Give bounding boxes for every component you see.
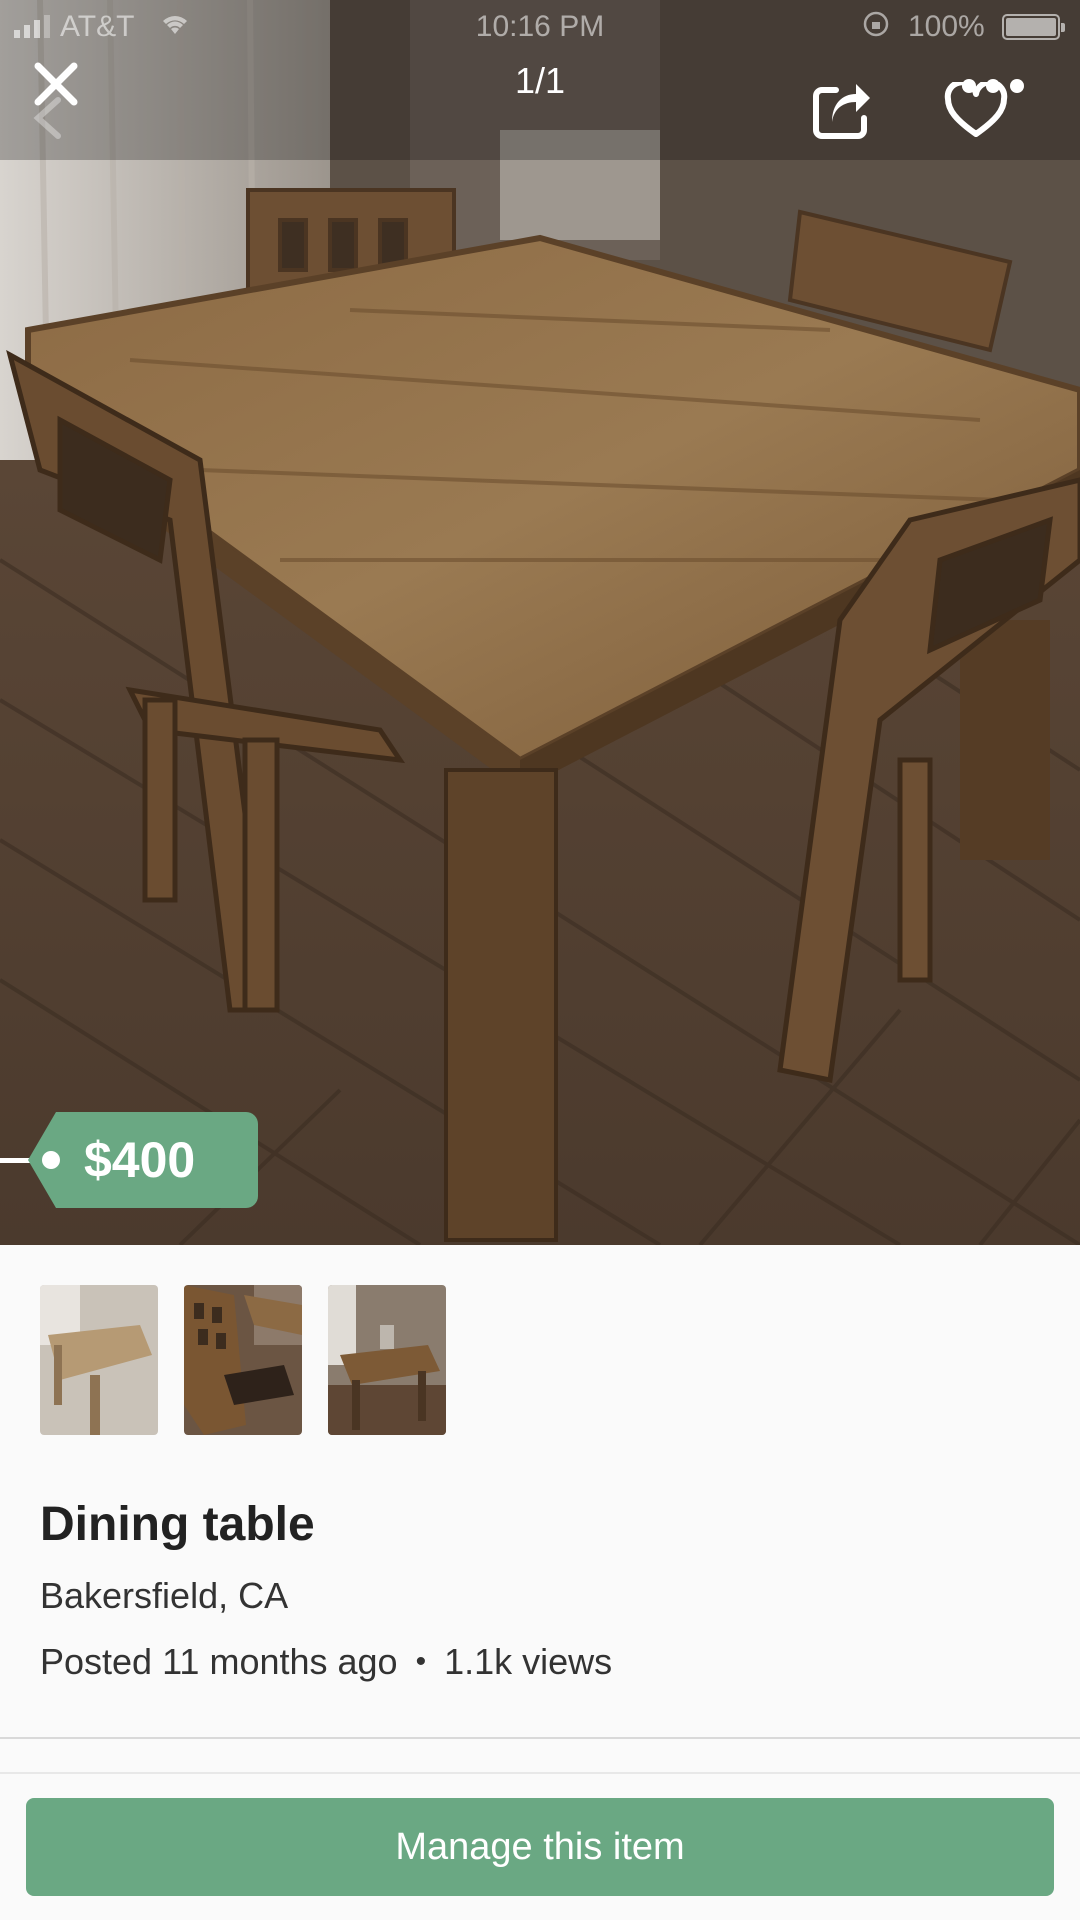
meta-separator: •: [415, 1645, 427, 1678]
listing-meta: Posted 11 months ago • 1.1k views: [40, 1641, 612, 1683]
price-tag: $400: [28, 1112, 258, 1208]
more-dots-icon: [962, 79, 976, 93]
share-icon: [813, 84, 870, 139]
divider: [0, 1772, 1080, 1774]
thumbnail-3[interactable]: [328, 1285, 446, 1435]
listing-title: Dining table: [40, 1498, 315, 1551]
back-chevron-icon: [32, 96, 64, 140]
thumbnail-1[interactable]: [40, 1285, 158, 1435]
listing-details: Dining table Bakersfield, CA Posted 11 m…: [0, 1245, 1080, 1920]
divider: [0, 1737, 1080, 1739]
thumbnail-strip: [40, 1285, 446, 1435]
view-count: 1.1k views: [444, 1641, 613, 1682]
rotation-lock-icon: [862, 10, 890, 45]
listing-location[interactable]: Bakersfield, CA: [40, 1575, 288, 1617]
battery-icon: [1002, 14, 1065, 40]
posted-time: Posted 11 months ago: [40, 1641, 398, 1682]
photo-counter: 1/1: [514, 60, 566, 101]
more-options-button[interactable]: [962, 76, 1052, 96]
thumbnail-2[interactable]: [184, 1285, 302, 1435]
listing-photo[interactable]: [0, 0, 1080, 1245]
price-tag-hole: [42, 1151, 60, 1169]
battery-percent: 100%: [908, 10, 985, 43]
manage-item-button[interactable]: Manage this item: [26, 1798, 1054, 1896]
share-button[interactable]: [812, 82, 874, 140]
status-bar: AT&T 10:16 PM 100%: [0, 0, 1080, 56]
